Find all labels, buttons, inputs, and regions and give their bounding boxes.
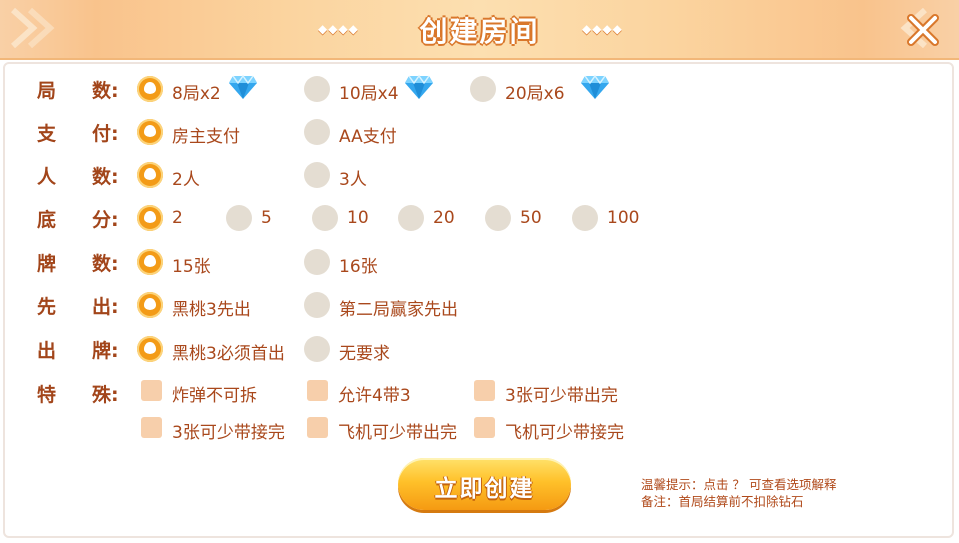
option-label: 10 <box>347 208 369 228</box>
option-label: 16张 <box>339 257 378 277</box>
option-label: 2人 <box>172 170 200 190</box>
diamond-icon <box>404 74 434 100</box>
radio-selected-icon[interactable] <box>137 119 163 145</box>
diamond-icon <box>228 74 258 100</box>
checkbox-icon[interactable] <box>307 380 328 401</box>
radio-unselected-icon[interactable] <box>312 205 338 231</box>
checkbox-icon[interactable] <box>474 380 495 401</box>
row-label-char: 局 <box>37 80 57 102</box>
row-label-char: 人 <box>37 166 57 188</box>
note-text: 备注：首局结算前不扣除钻石 <box>641 494 804 509</box>
radio-unselected-icon[interactable] <box>470 76 496 102</box>
option-label: 20 <box>433 208 455 228</box>
checkbox-label: 允许4带3 <box>338 386 411 406</box>
radio-unselected-icon[interactable] <box>304 336 330 362</box>
option-label: 第二局赢家先出 <box>339 300 458 320</box>
row-label-char: 殊: <box>92 384 119 406</box>
diamond-icon <box>580 74 610 100</box>
option-label: 15张 <box>172 257 211 277</box>
row-label-char: 先 <box>37 296 57 318</box>
title-decoration-right: ◆◆◆◆ <box>582 22 623 36</box>
radio-selected-icon[interactable] <box>137 292 163 318</box>
option-label: 100 <box>607 208 640 228</box>
radio-unselected-icon[interactable] <box>304 292 330 318</box>
checkbox-icon[interactable] <box>141 417 162 438</box>
option-label: 房主支付 <box>172 127 240 147</box>
row-label-char: 牌: <box>92 340 119 362</box>
option-label: AA支付 <box>339 127 397 147</box>
row-label-char: 数: <box>92 253 119 275</box>
checkbox-icon[interactable] <box>474 417 495 438</box>
radio-unselected-icon[interactable] <box>485 205 511 231</box>
option-label: 2 <box>172 208 183 228</box>
radio-selected-icon[interactable] <box>137 249 163 275</box>
option-row: 牌 数: 15张 16张 <box>0 247 951 277</box>
option-label: 5 <box>261 208 272 228</box>
radio-unselected-icon[interactable] <box>304 119 330 145</box>
checkbox-label: 3张可少带出完 <box>505 386 618 406</box>
row-label-char: 分: <box>92 209 119 231</box>
radio-unselected-icon[interactable] <box>226 205 252 231</box>
option-label: 无要求 <box>339 344 390 364</box>
radio-selected-icon[interactable] <box>137 205 163 231</box>
radio-unselected-icon[interactable] <box>398 205 424 231</box>
checkbox-label: 飞机可少带出完 <box>338 423 457 443</box>
option-label: 10局x4 <box>339 84 399 104</box>
checkbox-label: 炸弹不可拆 <box>172 386 257 406</box>
option-row: 人 数: 2人 3人 <box>0 160 951 190</box>
option-label: 8局x2 <box>172 84 221 104</box>
create-room-button[interactable]: 立即创建 <box>398 458 571 510</box>
radio-unselected-icon[interactable] <box>304 76 330 102</box>
checkbox-label: 3张可少带接完 <box>172 423 285 443</box>
option-label: 3人 <box>339 170 367 190</box>
row-label-char: 底 <box>37 209 57 231</box>
radio-unselected-icon[interactable] <box>572 205 598 231</box>
row-label-char: 数: <box>92 80 119 102</box>
radio-selected-icon[interactable] <box>137 336 163 362</box>
option-row: 底 分: 2 5 10 20 50 100 <box>0 203 951 233</box>
row-label-char: 特 <box>37 384 57 406</box>
close-icon[interactable] <box>905 12 941 48</box>
checkbox-label: 飞机可少带接完 <box>505 423 624 443</box>
special-rules-row: 特 殊: 炸弹不可拆 允许4带3 3张可少带出完 3张可少带接完 飞机可少带出完 飞机可少带接… <box>0 378 951 448</box>
option-label: 20局x6 <box>505 84 565 104</box>
checkbox-icon[interactable] <box>141 380 162 401</box>
radio-unselected-icon[interactable] <box>304 162 330 188</box>
row-label-char: 支 <box>37 123 57 145</box>
option-row: 出 牌: 黑桃3必须首出 无要求 <box>0 334 951 364</box>
page-title: 创建房间 <box>419 15 540 48</box>
create-room-button-label: 立即创建 <box>434 476 535 502</box>
option-label: 50 <box>520 208 542 228</box>
row-label-char: 出 <box>37 340 57 362</box>
checkbox-icon[interactable] <box>307 417 328 438</box>
radio-unselected-icon[interactable] <box>304 249 330 275</box>
radio-selected-icon[interactable] <box>137 162 163 188</box>
option-row: 支 付: 房主支付 AA支付 <box>0 117 951 147</box>
row-label-char: 牌 <box>37 253 57 275</box>
row-label-char: 出: <box>92 296 119 318</box>
option-row: 局 数: 8局x2 10局x4 20局x6 <box>0 74 951 104</box>
row-label-char: 数: <box>92 166 119 188</box>
header-bar: ◆◆◆◆ 创建房间 ◆◆◆◆ <box>0 0 959 60</box>
row-label-char: 付: <box>92 123 119 145</box>
option-label: 黑桃3先出 <box>172 300 251 320</box>
radio-selected-icon[interactable] <box>137 76 163 102</box>
option-row: 先 出: 黑桃3先出 第二局赢家先出 <box>0 290 951 320</box>
option-label: 黑桃3必须首出 <box>172 344 285 364</box>
